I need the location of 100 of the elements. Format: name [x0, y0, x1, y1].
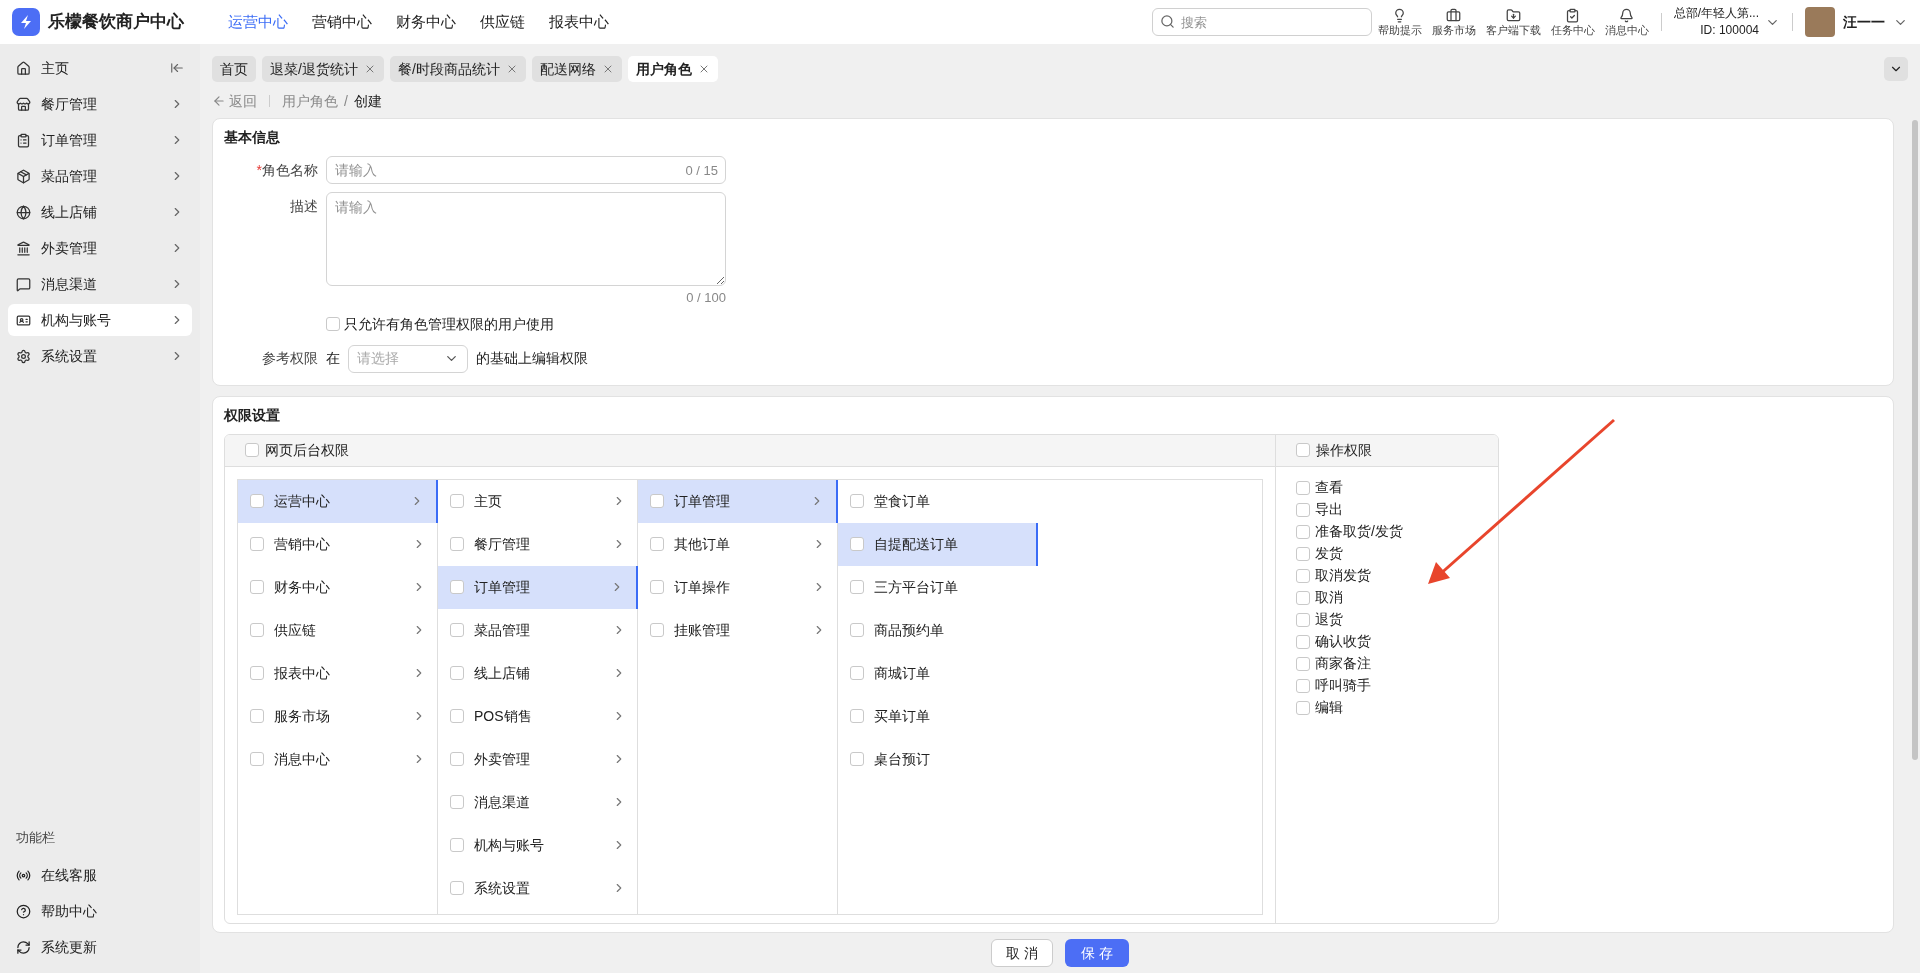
checkbox[interactable] [850, 580, 864, 594]
checkbox[interactable] [1296, 590, 1310, 605]
sidebar-item[interactable]: 餐厅管理 [8, 88, 192, 120]
cancel-button[interactable]: 取 消 [991, 939, 1053, 967]
top-nav-tab[interactable]: 报表中心 [549, 10, 609, 34]
action-checkbox[interactable]: 取消发货 [1296, 564, 1478, 587]
top-nav-tab[interactable]: 供应链 [480, 10, 525, 34]
toolbar-button[interactable]: 帮助提示 [1377, 7, 1422, 37]
permission-item[interactable]: 报表中心 [238, 651, 438, 695]
permission-item[interactable]: 外卖管理 [438, 737, 638, 781]
checkbox[interactable] [450, 666, 464, 680]
action-checkbox[interactable]: 编辑 [1296, 696, 1478, 719]
description-textarea[interactable]: 请输入 [326, 192, 726, 286]
action-checkbox[interactable]: 呼叫骑手 [1296, 674, 1478, 697]
checkbox[interactable] [450, 752, 464, 766]
checkbox[interactable] [1296, 546, 1310, 561]
checkbox[interactable] [1296, 678, 1310, 693]
action-checkbox[interactable]: 查看 [1296, 476, 1478, 499]
checkbox[interactable] [850, 537, 864, 551]
permission-item[interactable]: 订单管理 [638, 479, 838, 523]
permission-item[interactable]: 系统设置 [438, 866, 638, 910]
checkbox[interactable] [850, 752, 864, 766]
checkbox[interactable] [850, 494, 864, 508]
checkbox[interactable] [1296, 524, 1310, 539]
permission-item[interactable]: 供应链 [238, 608, 438, 652]
permission-item[interactable]: 订单操作 [638, 565, 838, 609]
checkbox[interactable] [250, 537, 264, 551]
checkbox[interactable] [850, 666, 864, 680]
checkbox[interactable] [1296, 612, 1310, 627]
sidebar-item[interactable]: 系统设置 [8, 340, 192, 372]
permission-item[interactable]: 餐厅管理 [438, 522, 638, 566]
permission-item[interactable]: POS销售 [438, 694, 638, 738]
permission-item[interactable]: 订单管理 [438, 565, 638, 609]
checkbox[interactable] [450, 623, 464, 637]
checkbox[interactable] [1296, 568, 1310, 583]
checkbox[interactable] [450, 795, 464, 809]
action-checkbox[interactable]: 确认收货 [1296, 630, 1478, 653]
permission-item[interactable]: 服务市场 [238, 694, 438, 738]
top-nav-tab[interactable]: 营销中心 [312, 10, 372, 34]
permission-item[interactable]: 桌台预订 [838, 737, 1038, 781]
collapse-icon[interactable] [170, 61, 184, 75]
sidebar-tool[interactable]: 帮助中心 [8, 893, 192, 929]
sidebar-item[interactable]: 订单管理 [8, 124, 192, 156]
checkbox[interactable] [250, 752, 264, 766]
top-nav-tab[interactable]: 财务中心 [396, 10, 456, 34]
checkbox[interactable] [250, 580, 264, 594]
page-tab[interactable]: 退菜/退货统计 [262, 56, 384, 82]
checkbox[interactable] [450, 838, 464, 852]
checkbox[interactable] [450, 881, 464, 895]
save-button[interactable]: 保 存 [1065, 939, 1129, 967]
permission-item[interactable]: 自提配送订单 [838, 522, 1038, 566]
permission-item[interactable]: 线上店铺 [438, 651, 638, 695]
page-tab[interactable]: 用户角色 [627, 56, 718, 82]
permission-item[interactable]: 消息渠道 [438, 780, 638, 824]
page-tab[interactable]: 配送网络 [531, 56, 622, 82]
checkbox[interactable] [450, 537, 464, 551]
action-permission-header[interactable]: 操作权限 [1276, 434, 1498, 467]
permission-item[interactable]: 机构与账号 [438, 823, 638, 867]
permission-item[interactable]: 商品预约单 [838, 608, 1038, 652]
checkbox[interactable] [650, 623, 664, 637]
expand-tabs-button[interactable] [1884, 57, 1908, 81]
sidebar-tool[interactable]: 系统更新 [8, 929, 192, 965]
permission-item[interactable]: 买单订单 [838, 694, 1038, 738]
toolbar-button[interactable]: 消息中心 [1604, 7, 1649, 37]
checkbox[interactable] [650, 494, 664, 508]
permission-item[interactable]: 挂账管理 [638, 608, 838, 652]
checkbox[interactable] [850, 623, 864, 637]
action-checkbox[interactable]: 导出 [1296, 498, 1478, 521]
action-checkbox[interactable]: 准备取货/发货 [1296, 520, 1478, 543]
toolbar-button[interactable]: 服务市场 [1431, 7, 1476, 37]
sidebar-item[interactable]: 外卖管理 [8, 232, 192, 264]
checkbox[interactable] [450, 580, 464, 594]
checkbox[interactable] [650, 580, 664, 594]
checkbox[interactable] [250, 623, 264, 637]
action-checkbox[interactable]: 商家备注 [1296, 652, 1478, 675]
permission-item[interactable]: 商城订单 [838, 651, 1038, 695]
action-checkbox[interactable]: 退货 [1296, 608, 1478, 631]
checkbox[interactable] [1296, 480, 1310, 495]
permission-item[interactable]: 菜品管理 [438, 608, 638, 652]
page-tab[interactable]: 餐/时段商品统计 [389, 56, 526, 82]
checkbox[interactable] [450, 709, 464, 723]
permission-item[interactable]: 运营中心 [238, 479, 438, 523]
sidebar-item[interactable]: 主页 [8, 52, 192, 84]
checkbox[interactable] [250, 709, 264, 723]
toolbar-button[interactable]: 任务中心 [1550, 7, 1595, 37]
checkbox[interactable] [326, 317, 340, 331]
sidebar-item[interactable]: 菜品管理 [8, 160, 192, 192]
permission-item[interactable]: 其他订单 [638, 522, 838, 566]
org-switcher[interactable]: 总部/年轻人第... ID: 100004 [1673, 5, 1780, 39]
web-permission-header[interactable]: 网页后台权限 [225, 434, 1275, 467]
action-checkbox[interactable]: 发货 [1296, 542, 1478, 565]
permission-item[interactable]: 主页 [438, 479, 638, 523]
checkbox[interactable] [1296, 443, 1310, 457]
checkbox[interactable] [1296, 634, 1310, 649]
checkbox[interactable] [250, 494, 264, 508]
permission-item[interactable]: 堂食订单 [838, 479, 1038, 523]
search-field[interactable]: 搜索 [1151, 8, 1372, 36]
checkbox[interactable] [450, 494, 464, 508]
checkbox[interactable] [1296, 700, 1310, 715]
permission-item[interactable]: 消息中心 [238, 737, 438, 781]
